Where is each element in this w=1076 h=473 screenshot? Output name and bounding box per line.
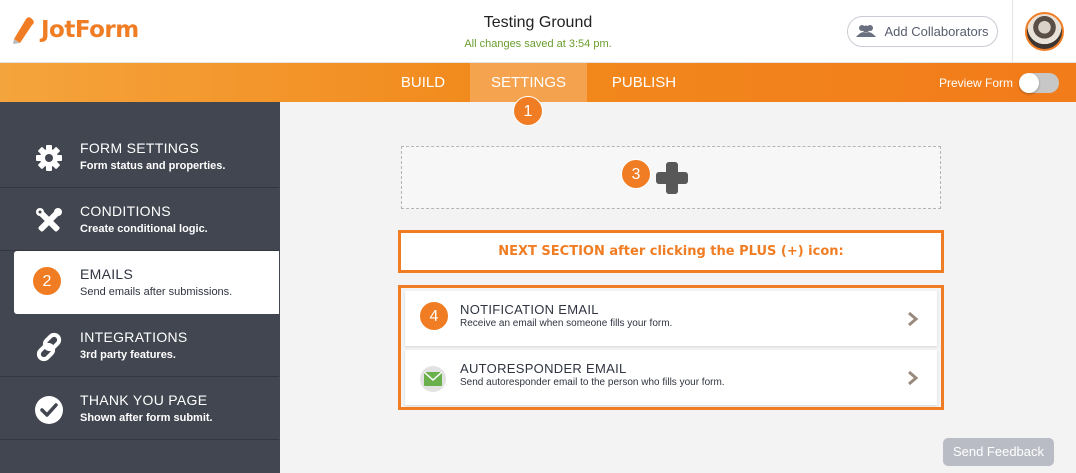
step-badge-2: 2 xyxy=(32,266,62,296)
sidebar-item-subtitle: Create conditional logic. xyxy=(80,223,208,235)
gear-icon xyxy=(34,143,64,173)
send-feedback-button[interactable]: Send Feedback xyxy=(943,438,1054,466)
step-badge-1: 1 xyxy=(513,96,543,126)
sidebar-item-subtitle: 3rd party features. xyxy=(80,349,176,361)
avatar[interactable] xyxy=(1025,12,1064,51)
pencil-logo-icon xyxy=(10,15,36,45)
sidebar-item-title: THANK YOU PAGE xyxy=(80,392,208,408)
email-option-title: NOTIFICATION EMAIL xyxy=(460,302,599,317)
preview-form-toggle[interactable] xyxy=(1019,73,1059,93)
email-type-list: 4 NOTIFICATION EMAIL Receive an email wh… xyxy=(398,285,944,410)
settings-nav-bar: BUILD SETTINGS PUBLISH Preview Form xyxy=(0,63,1076,102)
form-title[interactable]: Testing Ground xyxy=(388,14,688,32)
form-title-area: Testing Ground All changes saved at 3:54… xyxy=(388,14,688,50)
email-option-subtitle: Send autoresponder email to the person w… xyxy=(460,377,725,388)
tab-publish[interactable]: PUBLISH xyxy=(600,63,688,102)
avatar-area[interactable] xyxy=(1012,0,1076,63)
next-section-callout: NEXT SECTION after clicking the PLUS (+)… xyxy=(398,230,944,273)
sidebar-item-thank-you-page[interactable]: THANK YOU PAGE Shown after form submit. xyxy=(0,377,279,440)
autoresponder-mail-icon xyxy=(420,366,446,392)
add-collaborators-button[interactable]: Add Collaborators xyxy=(847,16,998,47)
sidebar-item-form-settings[interactable]: FORM SETTINGS Form status and properties… xyxy=(0,125,279,188)
check-circle-icon xyxy=(34,395,64,425)
sidebar-item-title: EMAILS xyxy=(80,266,134,282)
app-header: JotForm Testing Ground All changes saved… xyxy=(0,0,1076,63)
plus-icon[interactable] xyxy=(656,162,688,194)
email-option-subtitle: Receive an email when someone fills your… xyxy=(460,318,673,329)
plus-bar-vertical xyxy=(666,162,678,194)
sidebar-item-subtitle: Form status and properties. xyxy=(80,160,226,172)
sidebar-item-subtitle: Send emails after submissions. xyxy=(80,286,233,298)
users-icon xyxy=(856,24,877,40)
email-option-title: AUTORESPONDER EMAIL xyxy=(460,361,627,376)
notification-email-option[interactable]: 4 NOTIFICATION EMAIL Receive an email wh… xyxy=(405,291,937,346)
logo-text: JotForm xyxy=(41,17,139,43)
chevron-right-icon xyxy=(907,370,919,386)
add-collaborators-label: Add Collaborators xyxy=(884,24,989,39)
tab-build[interactable]: BUILD xyxy=(389,63,457,102)
sidebar-item-title: CONDITIONS xyxy=(80,203,171,219)
sidebar-item-integrations[interactable]: INTEGRATIONS 3rd party features. xyxy=(0,314,279,377)
sidebar-item-subtitle: Shown after form submit. xyxy=(80,412,213,424)
step-badge-3: 3 xyxy=(621,159,651,189)
sidebar-item-conditions[interactable]: CONDITIONS Create conditional logic. xyxy=(0,188,279,251)
tools-icon xyxy=(34,206,64,236)
link-icon xyxy=(34,332,64,362)
preview-form-label: Preview Form xyxy=(939,76,1014,90)
sidebar-item-title: INTEGRATIONS xyxy=(80,329,188,345)
save-status: All changes saved at 3:54 pm. xyxy=(464,38,612,50)
sidebar-item-title: FORM SETTINGS xyxy=(80,140,200,156)
jotform-logo[interactable]: JotForm xyxy=(10,15,139,45)
sidebar-item-emails[interactable]: 2 EMAILS Send emails after submissions. xyxy=(14,251,279,314)
autoresponder-email-option[interactable]: AUTORESPONDER EMAIL Send autoresponder e… xyxy=(405,350,937,405)
chevron-right-icon xyxy=(907,311,919,327)
settings-sidebar: FORM SETTINGS Form status and properties… xyxy=(0,102,280,473)
step-badge-4: 4 xyxy=(419,301,449,331)
toggle-knob xyxy=(1019,73,1039,93)
